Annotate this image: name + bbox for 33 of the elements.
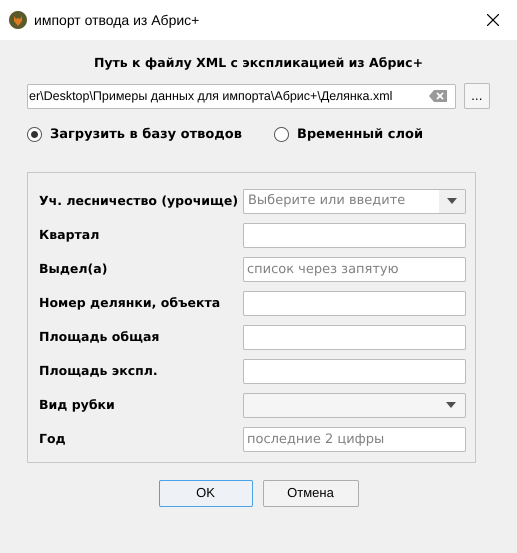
field-label: Вид рубки	[39, 396, 116, 414]
radio-button[interactable]	[27, 127, 42, 142]
caret-icon	[447, 198, 457, 204]
radio-option[interactable]: Загрузить в базу отводов	[27, 125, 242, 144]
radio-option[interactable]: Временный слой	[274, 125, 424, 144]
input-field[interactable]	[243, 324, 466, 350]
ok-button[interactable]: OK	[158, 480, 252, 506]
input-field[interactable]: последние 2 цифры	[243, 426, 466, 452]
window-title: импорт отвода из Абрис+	[34, 10, 200, 30]
browse-button[interactable]: ...	[464, 83, 490, 109]
path-value: er\Desktop\Примеры данных для импорта\Абрис+\Делянка.xml	[28, 88, 394, 105]
path-field[interactable]: er\Desktop\Примеры данных для импорта\Абрис+\Делянка.xml	[27, 84, 456, 108]
caret-icon	[446, 402, 456, 408]
field-label: Год	[39, 430, 67, 448]
input-field[interactable]	[243, 222, 466, 248]
fox-logo-icon	[9, 11, 27, 29]
field-label: Выдел(а)	[39, 260, 108, 278]
radio-button[interactable]	[274, 127, 289, 142]
field-label: Площадь общая	[39, 328, 160, 346]
close-icon	[487, 14, 499, 26]
combo-input[interactable]: Выберите или введите	[244, 190, 439, 212]
dropdown[interactable]	[243, 392, 466, 418]
input-field[interactable]	[243, 290, 466, 316]
input-field[interactable]: список через запятую	[243, 256, 466, 282]
input-field[interactable]	[243, 358, 466, 384]
combo-box[interactable]: Выберите или введите	[243, 188, 466, 214]
path-label: Путь к файлу XML с экспликацией из Абрис+	[94, 54, 424, 72]
field-label: Площадь экспл.	[39, 362, 159, 380]
field-label: Уч. лесничество (урочище)	[39, 192, 240, 210]
field-label: Номер делянки, объекта	[39, 294, 222, 312]
field-label: Квартал	[39, 226, 100, 244]
cancel-button[interactable]: Отмена	[262, 480, 358, 506]
clear-icon[interactable]	[428, 90, 447, 102]
